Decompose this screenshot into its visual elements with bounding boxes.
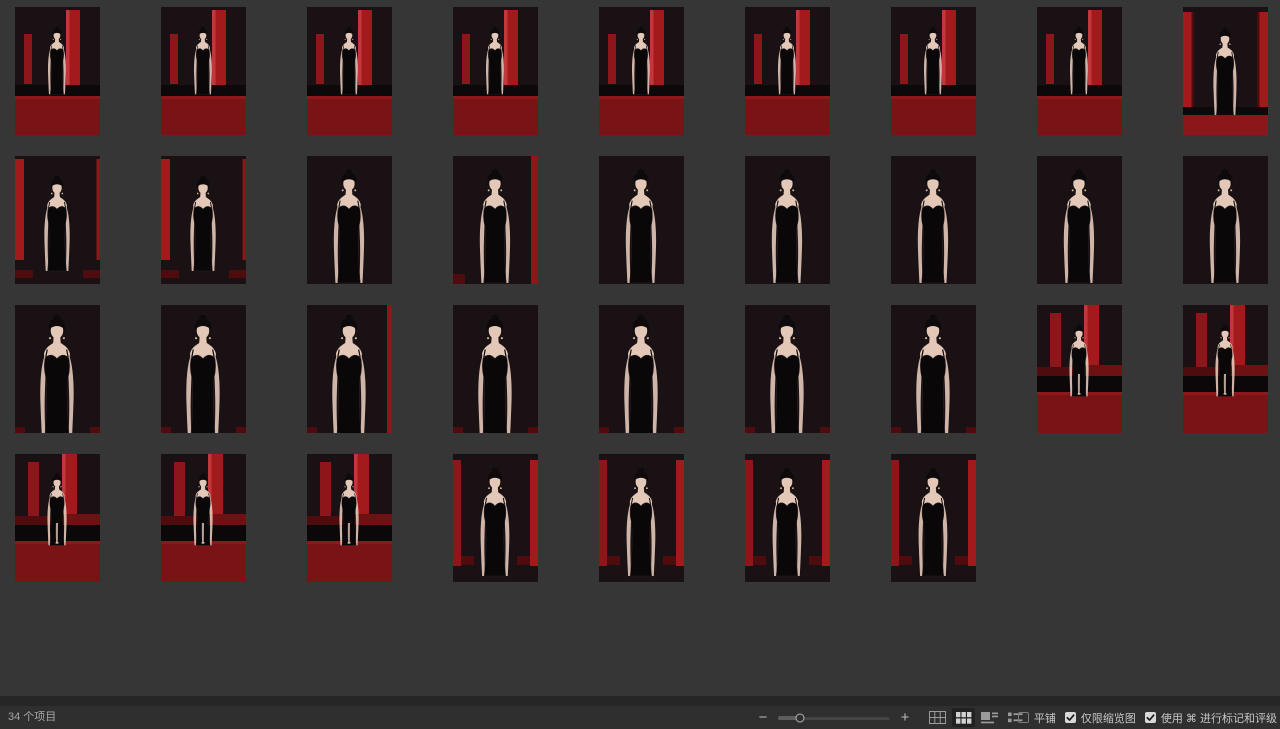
thumbnail-image [745,454,830,582]
thumbnail-size-slider[interactable] [778,716,890,720]
thumbnail-image [1183,305,1268,433]
photo-thumbnail[interactable] [891,156,976,284]
photo-thumbnail[interactable] [1183,305,1268,433]
thumbnail-image [891,454,976,582]
photo-thumbnail[interactable] [15,7,100,135]
status-option-3[interactable]: 使用 ⌘ 进行标记和评级 [1145,710,1277,726]
photo-thumbnail[interactable] [745,305,830,433]
view-mode-thumbnail-grid-button[interactable] [952,708,975,727]
thumbnail-image [15,454,100,582]
photo-thumbnail[interactable] [453,156,538,284]
thumbnail-image [453,156,538,284]
photo-thumbnail[interactable] [15,156,100,284]
thumbnail-image [307,454,392,582]
photo-thumbnail[interactable] [307,7,392,135]
thumbnail-image [745,305,830,433]
thumbnail-image [161,156,246,284]
photo-thumbnail[interactable] [599,7,684,135]
thumbnail-image [599,7,684,135]
thumbnail-image [453,454,538,582]
status-option-2[interactable]: 仅限缩览图 [1065,710,1136,726]
photo-thumbnail[interactable] [453,305,538,433]
grid-outline-icon [929,711,946,724]
photo-thumbnail[interactable] [745,156,830,284]
status-option-label: 使用 ⌘ 进行标记和评级 [1161,710,1277,726]
checkbox-unchecked-icon[interactable] [1018,712,1029,723]
photo-thumbnail[interactable] [453,7,538,135]
thumbnail-image [307,156,392,284]
status-option-1[interactable]: 平铺 [1018,710,1056,726]
thumbnail-image [1037,305,1122,433]
photo-thumbnail[interactable] [307,454,392,582]
status-option-label: 平铺 [1034,710,1056,726]
thumbnail-details-icon [981,712,998,724]
status-option-label: 仅限缩览图 [1081,710,1136,726]
photo-thumbnail[interactable] [1183,7,1268,135]
photo-thumbnail[interactable] [15,454,100,582]
content-area [0,0,1280,696]
photo-thumbnail[interactable] [745,454,830,582]
thumbnail-image [891,305,976,433]
thumbnail-image [453,305,538,433]
thumbnail-image [599,305,684,433]
thumbnail-image [15,7,100,135]
photo-thumbnail[interactable] [745,7,830,135]
photo-thumbnail[interactable] [161,305,246,433]
thumbnail-image [599,454,684,582]
thumbnail-image [307,305,392,433]
zoom-in-button[interactable]: + [899,710,911,725]
thumbnail-image [1183,156,1268,284]
thumbnail-image [15,156,100,284]
photo-thumbnail[interactable] [599,305,684,433]
thumbnail-zoom-controls: − + [757,706,911,729]
thumbnail-image [1037,156,1122,284]
photo-thumbnail[interactable] [1037,305,1122,433]
thumbnail-grid [0,0,1268,582]
slider-knob[interactable] [796,713,805,722]
view-mode-grid-outline-button[interactable] [926,708,949,727]
view-mode-thumbnail-details-button[interactable] [978,708,1001,727]
checkbox-checked-icon[interactable] [1145,712,1156,723]
photo-thumbnail[interactable] [891,454,976,582]
photo-thumbnail[interactable] [891,305,976,433]
photo-thumbnail[interactable] [161,7,246,135]
thumbnail-image [745,7,830,135]
thumbnail-image [453,7,538,135]
photo-thumbnail[interactable] [161,454,246,582]
thumbnail-image [745,156,830,284]
thumbnail-image [1037,7,1122,135]
thumbnail-image [161,7,246,135]
photo-thumbnail[interactable] [161,156,246,284]
thumbnail-image [891,7,976,135]
photo-thumbnail[interactable] [307,156,392,284]
photo-thumbnail[interactable] [453,454,538,582]
thumbnail-image [599,156,684,284]
photo-thumbnail[interactable] [891,7,976,135]
view-mode-buttons [926,706,1027,729]
photo-thumbnail[interactable] [15,305,100,433]
photo-thumbnail[interactable] [1037,156,1122,284]
thumbnail-image [161,454,246,582]
thumbnail-grid-icon [956,712,972,724]
status-bar: 34 个项目 − + 平铺 仅限缩览图 使用 ⌘ 进行标记和评级 [0,706,1280,729]
thumbnail-image [307,7,392,135]
items-count: 34 个项目 [8,706,56,729]
thumbnail-image [891,156,976,284]
checkbox-checked-icon[interactable] [1065,712,1076,723]
photo-thumbnail[interactable] [1183,156,1268,284]
content-divider [0,696,1280,706]
photo-thumbnail[interactable] [1037,7,1122,135]
thumbnail-image [161,305,246,433]
photo-thumbnail[interactable] [599,156,684,284]
photo-thumbnail[interactable] [307,305,392,433]
thumbnail-image [15,305,100,433]
thumbnail-image [1183,7,1268,135]
zoom-out-button[interactable]: − [757,710,769,725]
photo-thumbnail[interactable] [599,454,684,582]
status-options: 平铺 仅限缩览图 使用 ⌘ 进行标记和评级 [1018,706,1277,729]
